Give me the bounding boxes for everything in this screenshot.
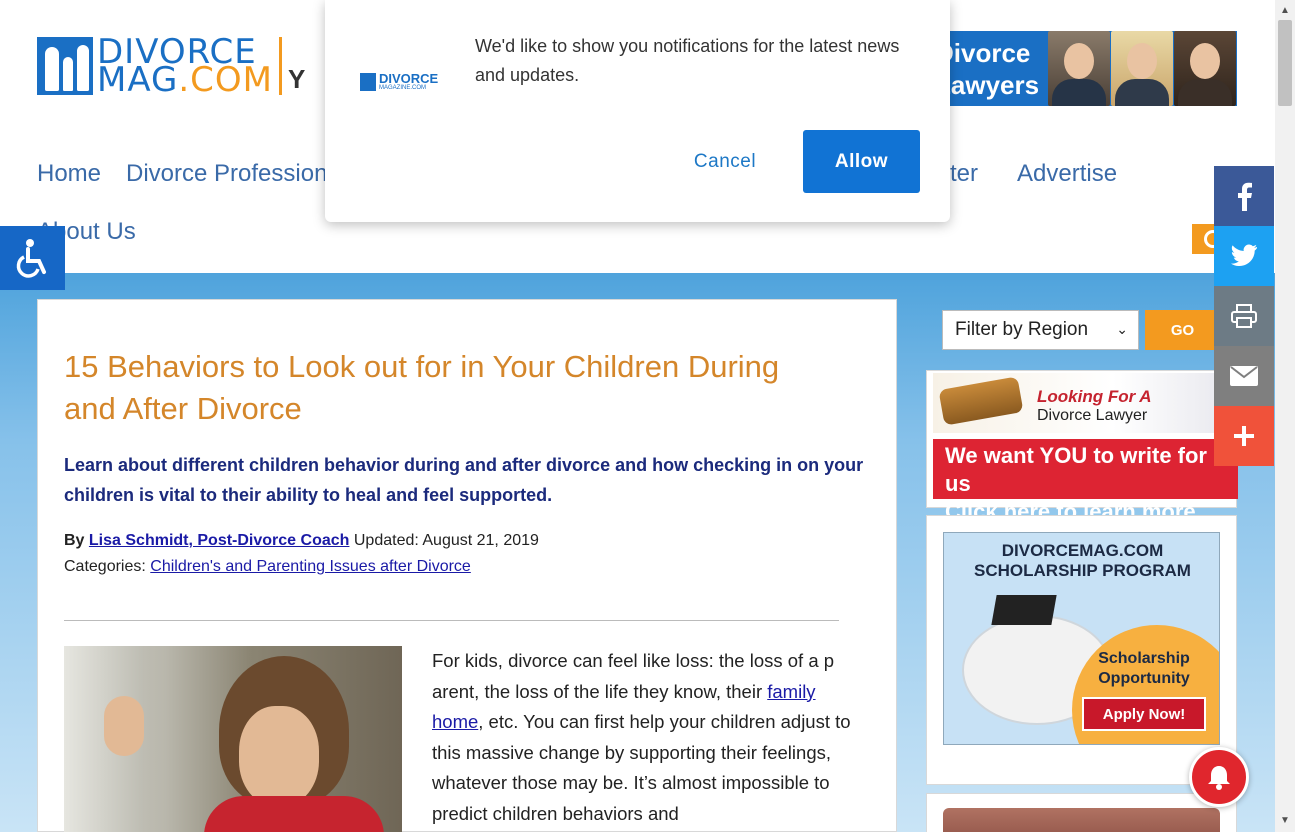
scholarship-text-1: Scholarship <box>1098 650 1190 667</box>
go-button[interactable]: GO <box>1145 310 1220 350</box>
lawyer-photo <box>1174 31 1236 106</box>
scholarship-ad: DIVORCEMAG.COM SCHOLARSHIP PROGRAM Schol… <box>926 515 1237 785</box>
allow-button[interactable]: Allow <box>803 130 920 193</box>
scroll-down-icon[interactable]: ▼ <box>1275 812 1295 828</box>
share-bar <box>1214 166 1274 466</box>
write-for-us-banner[interactable]: We want YOU to write for us Click here t… <box>933 439 1238 524</box>
lawyer-photo <box>1048 31 1110 106</box>
article-body: For kids, divorce can feel like loss: th… <box>432 650 851 824</box>
byline-by: By <box>64 532 85 549</box>
ad-looking-text: Looking For A <box>1037 387 1152 406</box>
logo-line-2: MAG.COM <box>97 60 273 100</box>
categories-label: Categories: <box>64 558 146 575</box>
wheelchair-icon[interactable] <box>0 226 65 290</box>
byline: By Lisa Schmidt, Post-Divorce Coach Upda… <box>64 532 539 550</box>
prompt-message: We'd like to show you notifications for … <box>475 36 900 85</box>
email-icon[interactable] <box>1214 346 1274 406</box>
plus-icon[interactable] <box>1214 406 1274 466</box>
scholarship-text-2: Opportunity <box>1098 670 1190 687</box>
category-link[interactable]: Children's and Parenting Issues after Di… <box>150 558 471 575</box>
scroll-thumb[interactable] <box>1278 20 1292 106</box>
region-select-value: Filter by Region <box>955 319 1089 340</box>
article-card: 15 Behaviors to Look out for in Your Chi… <box>37 299 897 832</box>
facebook-icon[interactable] <box>1214 166 1274 226</box>
lawyer-write-ad[interactable]: Looking For A Divorce Lawyer We want YOU… <box>926 370 1238 524</box>
nav-divorce-professionals[interactable]: Divorce Profession <box>126 160 327 188</box>
scholarship-heading-1: DIVORCEMAG.COM <box>1001 541 1164 560</box>
article-lead: Learn about different children behavior … <box>64 455 864 505</box>
ad-lawyer-text: Divorce Lawyer <box>1037 407 1148 424</box>
updated-date: Updated: August 21, 2019 <box>353 532 539 549</box>
twitter-icon[interactable] <box>1214 226 1274 286</box>
nav-advertise[interactable]: Advertise <box>1017 160 1117 188</box>
nav-home[interactable]: Home <box>37 160 101 188</box>
region-filter-select[interactable]: Filter by Region ⌄ <box>942 310 1139 350</box>
print-icon[interactable] <box>1214 286 1274 346</box>
divider <box>64 620 839 621</box>
gavel-icon <box>938 376 1024 426</box>
article-title: 15 Behaviors to Look out for in Your Chi… <box>64 349 780 426</box>
banner-text-line-1: Divorce <box>945 38 1031 68</box>
notification-bell-icon[interactable] <box>1189 747 1249 807</box>
logo-tagline: Y <box>288 63 306 94</box>
notification-prompt: DIVORCE MAGAZINE.COM We'd like to show y… <box>325 0 950 222</box>
page-scrollbar[interactable]: ▲ ▼ <box>1275 0 1295 832</box>
categories: Categories: Children's and Parenting Iss… <box>64 558 471 576</box>
cancel-button[interactable]: Cancel <box>675 132 775 192</box>
author-link[interactable]: Lisa Schmidt, Post-Divorce Coach <box>89 532 350 549</box>
sidebar-ad[interactable] <box>926 793 1237 832</box>
chevron-down-icon: ⌄ <box>1116 321 1128 337</box>
logo-divider <box>279 37 282 95</box>
logo-figures-icon <box>37 37 93 95</box>
prompt-logo: DIVORCE MAGAZINE.COM <box>360 70 452 94</box>
logo-figures-icon <box>360 73 376 91</box>
lawyers-banner-ad[interactable]: Divorce Lawyers <box>945 31 1237 106</box>
scroll-up-icon[interactable]: ▲ <box>1275 2 1295 18</box>
apply-now-button[interactable]: Apply Now! <box>1082 697 1206 731</box>
site-logo[interactable]: DIVORCE MAG.COM Y <box>37 35 306 100</box>
graduation-cap-icon <box>991 595 1057 625</box>
lawyer-photo <box>1111 31 1173 106</box>
scholarship-heading-2: SCHOLARSHIP PROGRAM <box>974 561 1191 580</box>
banner-text-line-2: Lawyers <box>945 70 1040 100</box>
article-photo <box>64 646 402 832</box>
